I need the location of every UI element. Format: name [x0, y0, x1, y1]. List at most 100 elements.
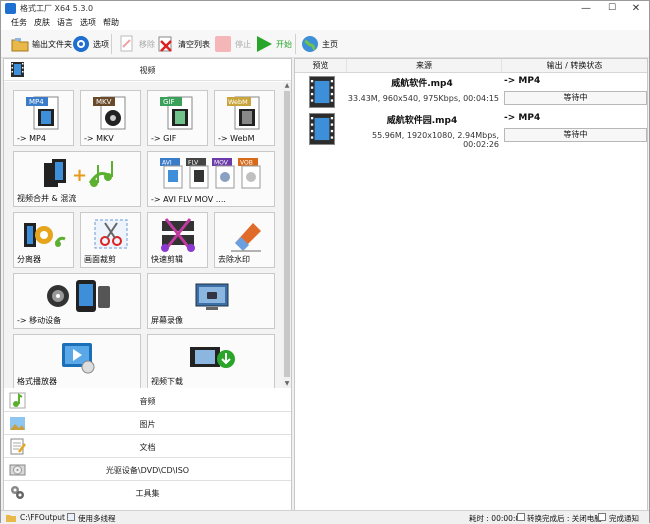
- title-bar: 格式工厂 X64 5.3.0 — ☐ ✕: [1, 1, 649, 16]
- tile-avi-flv-mov[interactable]: AVI FLV MOV VOB -> AVI FLV MOV ....: [147, 151, 275, 207]
- category-rom-device[interactable]: 光驱设备\DVD\CD\ISO: [4, 459, 291, 481]
- maximize-button[interactable]: ☐: [599, 1, 625, 16]
- svg-text:+: +: [72, 165, 87, 186]
- function-grid-scrollbar[interactable]: ▲ ▼: [283, 82, 291, 388]
- tile-video-download[interactable]: 视频下载: [147, 334, 275, 388]
- app-window: 格式工厂 X64 5.3.0 — ☐ ✕ 任务 皮肤 语言 选项 帮助 输出文件…: [0, 0, 650, 523]
- notify-label: 完成通知: [609, 514, 639, 523]
- after-convert-label: 转换完成后 : 关闭电脑: [527, 514, 602, 523]
- output-folder-button[interactable]: 输出文件夹: [11, 34, 72, 54]
- category-document[interactable]: 文档: [4, 436, 291, 458]
- output-format: -> MP4: [504, 113, 541, 123]
- notify-checkbox[interactable]: [598, 513, 606, 521]
- minimize-button[interactable]: —: [573, 1, 599, 16]
- window-title: 格式工厂 X64 5.3.0: [20, 4, 94, 13]
- source-info: 55.96M, 1920x1080, 2.94Mbps, 00:02:26: [371, 131, 499, 149]
- conversion-status: 等待中: [504, 128, 647, 142]
- eraser-icon: [231, 223, 261, 252]
- scroll-down-icon[interactable]: ▼: [283, 380, 291, 388]
- player-icon: [62, 343, 95, 374]
- mkv-file-icon: MKV: [93, 96, 126, 130]
- multi-format-icon: AVI FLV MOV VOB: [160, 158, 261, 189]
- category-video[interactable]: 视频: [4, 59, 291, 81]
- scrollbar-thumb[interactable]: [284, 91, 290, 377]
- tile-mkv[interactable]: MKV -> MKV: [80, 90, 141, 146]
- gif-file-icon: GIF: [160, 96, 193, 130]
- menu-skin[interactable]: 皮肤: [34, 17, 50, 28]
- task-row[interactable]: 威航软件.mp4 33.43M, 960x540, 975Kbps, 00:04…: [295, 74, 647, 110]
- tile-merge[interactable]: + 视频合并 & 混流: [13, 151, 141, 207]
- after-convert-checkbox[interactable]: [517, 513, 525, 521]
- menu-options[interactable]: 选项: [80, 17, 96, 28]
- menu-language[interactable]: 语言: [57, 17, 73, 28]
- toolbar: 输出文件夹 选项 移除 清空列表 停止 开始 主页: [1, 30, 649, 58]
- video-thumbnail-icon: [309, 113, 335, 145]
- close-button[interactable]: ✕: [623, 1, 649, 16]
- tile-webm[interactable]: WebM -> WebM: [214, 90, 275, 146]
- options-button[interactable]: 选项: [72, 34, 109, 54]
- menu-bar: 任务 皮肤 语言 选项 帮助: [1, 16, 649, 30]
- merge-video-icon: +: [44, 159, 113, 187]
- globe-icon: [302, 36, 318, 52]
- home-button[interactable]: 主页: [301, 34, 338, 54]
- tile-crop[interactable]: 画面裁剪: [80, 212, 141, 268]
- video-function-grid: MP4 -> MP4 MKV -> MKV GIF -> GIF WebM ->…: [4, 82, 283, 388]
- function-panel: 视频 MP4 -> MP4 MKV -> MKV GIF -> GIF WebM…: [3, 58, 292, 511]
- play-icon: [257, 36, 272, 52]
- remove-button[interactable]: 移除: [118, 34, 155, 54]
- category-tools[interactable]: 工具集: [4, 482, 291, 504]
- svg-text:VOB: VOB: [240, 160, 253, 167]
- svg-text:MKV: MKV: [96, 98, 112, 106]
- tile-splitter[interactable]: 分离器: [13, 212, 74, 268]
- screen-record-icon: [195, 283, 229, 310]
- mp4-file-icon: MP4: [26, 96, 59, 130]
- column-header-source[interactable]: 来源: [347, 59, 502, 73]
- svg-text:WebM: WebM: [228, 98, 248, 106]
- column-header-preview[interactable]: 预览: [295, 59, 347, 73]
- webm-file-icon: WebM: [227, 96, 260, 130]
- svg-text:MOV: MOV: [214, 160, 229, 167]
- tile-mp4[interactable]: MP4 -> MP4: [13, 90, 74, 146]
- conversion-status: 等待中: [504, 91, 647, 105]
- output-folder-icon: [6, 515, 16, 522]
- source-filename: 威航软件.mp4: [391, 79, 453, 89]
- tile-gif[interactable]: GIF -> GIF: [147, 90, 208, 146]
- video-thumbnail-icon: [309, 76, 335, 108]
- tile-player[interactable]: 格式播放器: [13, 334, 141, 388]
- options-icon: [73, 36, 89, 52]
- svg-text:GIF: GIF: [163, 98, 175, 106]
- start-button[interactable]: 开始: [255, 34, 292, 54]
- scroll-up-icon[interactable]: ▲: [283, 82, 291, 90]
- output-path[interactable]: C:\FFOutput: [20, 513, 65, 522]
- splitter-icon: [24, 223, 66, 247]
- svg-text:AVI: AVI: [162, 160, 172, 167]
- toolbar-separator: [111, 34, 112, 54]
- task-row[interactable]: 威航软件园.mp4 55.96M, 1920x1080, 2.94Mbps, 0…: [295, 111, 647, 149]
- tile-screen-record[interactable]: 屏幕录像: [147, 273, 275, 329]
- status-bar: C:\FFOutput 使用多线程 耗时 : 00:00:00 转换完成后 : …: [1, 510, 649, 523]
- column-header-output[interactable]: 输出 / 转换状态: [502, 59, 647, 73]
- clear-list-button[interactable]: 清空列表: [157, 34, 210, 54]
- svg-text:FLV: FLV: [188, 160, 199, 167]
- video-download-icon: [190, 347, 235, 368]
- category-audio[interactable]: 音频: [4, 390, 291, 412]
- category-image[interactable]: 图片: [4, 413, 291, 435]
- svg-text:MP4: MP4: [29, 98, 44, 106]
- toolbar-separator: [295, 34, 296, 54]
- multithread-label: 使用多线程: [78, 514, 116, 523]
- tile-mobile-device[interactable]: -> 移动设备: [13, 273, 141, 329]
- stop-button[interactable]: 停止: [214, 34, 251, 54]
- folder-icon: [11, 38, 29, 52]
- remove-file-icon: [120, 35, 133, 52]
- tile-remove-watermark[interactable]: 去除水印: [214, 212, 275, 268]
- app-logo-icon: [5, 3, 16, 14]
- multithread-checkbox[interactable]: [67, 513, 75, 521]
- source-filename: 威航软件园.mp4: [386, 116, 458, 126]
- menu-task[interactable]: 任务: [11, 17, 27, 28]
- task-list: 预览 来源 输出 / 转换状态 威航软件.mp4 33.43M, 960x540…: [294, 58, 648, 511]
- tile-quick-clip[interactable]: 快速剪辑: [147, 212, 208, 268]
- output-format: -> MP4: [504, 76, 541, 86]
- clear-list-icon: [158, 36, 172, 52]
- menu-help[interactable]: 帮助: [103, 17, 119, 28]
- mobile-device-icon: [47, 280, 110, 312]
